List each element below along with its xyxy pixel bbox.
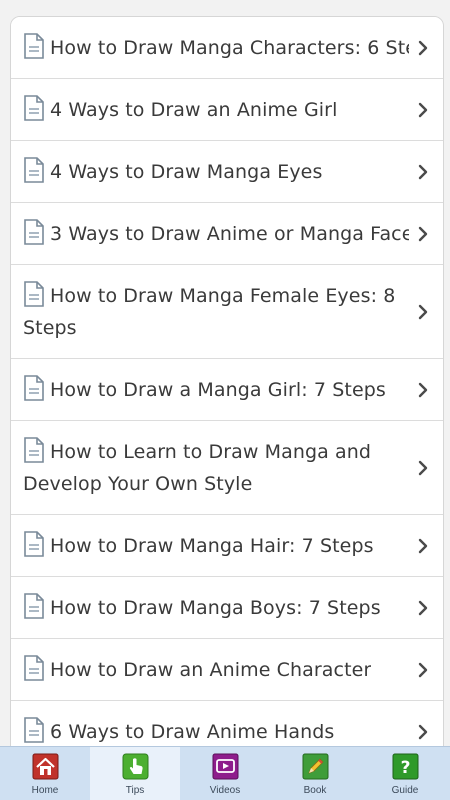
- list-item-text: How to Learn to Draw Manga and Develop Y…: [23, 436, 409, 500]
- list-item-text: 6 Ways to Draw Anime Hands: [23, 716, 334, 748]
- list-item-text: How to Draw Manga Boys: 7 Steps: [23, 592, 381, 624]
- list-item-text: How to Draw Manga Female Eyes: 8 Steps: [23, 280, 409, 344]
- list-item-text: 4 Ways to Draw an Anime Girl: [23, 94, 337, 126]
- list-item[interactable]: How to Draw an Anime Character: [11, 639, 443, 701]
- list-item[interactable]: How to Learn to Draw Manga and Develop Y…: [11, 421, 443, 515]
- tab-label: Guide: [391, 785, 419, 796]
- list-item[interactable]: 4 Ways to Draw an Anime Girl: [11, 79, 443, 141]
- article-list: How to Draw Manga Characters: 6 Steps 4 …: [10, 16, 444, 764]
- list-item-text: How to Draw a Manga Girl: 7 Steps: [23, 374, 386, 406]
- document-icon: [24, 530, 44, 557]
- chevron-right-icon: [418, 538, 428, 553]
- chevron-right-icon: [418, 226, 428, 241]
- chevron-right-icon: [418, 460, 428, 475]
- list-item-text: How to Draw an Anime Character: [23, 654, 371, 686]
- list-item-title: How to Draw an Anime Character: [50, 658, 372, 681]
- document-icon: [24, 280, 44, 307]
- document-icon: [24, 654, 44, 681]
- help-question-icon: ?: [392, 753, 419, 780]
- list-item-title: How to Draw a Manga Girl: 7 Steps: [50, 378, 386, 401]
- tab-label: Book: [303, 785, 327, 796]
- list-item-text: How to Draw Manga Hair: 7 Steps: [23, 530, 374, 562]
- tab-label: Tips: [125, 785, 145, 796]
- tab-guide[interactable]: ? Guide: [360, 747, 450, 800]
- list-item-title: How to Draw Manga Female Eyes: 8 Steps: [23, 284, 396, 339]
- list-item[interactable]: 3 Ways to Draw Anime or Manga Faces: [11, 203, 443, 265]
- list-item-title: 6 Ways to Draw Anime Hands: [50, 720, 335, 743]
- list-item-title: How to Draw Manga Boys: 7 Steps: [50, 596, 381, 619]
- list-item[interactable]: How to Draw Manga Characters: 6 Steps: [11, 17, 443, 79]
- svg-text:?: ?: [400, 758, 410, 778]
- chevron-right-icon: [418, 102, 428, 117]
- list-item-title: 4 Ways to Draw Manga Eyes: [50, 160, 323, 183]
- video-play-icon: [212, 753, 239, 780]
- chevron-right-icon: [418, 40, 428, 55]
- list-item[interactable]: How to Draw Manga Boys: 7 Steps: [11, 577, 443, 639]
- document-icon: [24, 592, 44, 619]
- chevron-right-icon: [418, 304, 428, 319]
- list-item-text: 3 Ways to Draw Anime or Manga Faces: [23, 218, 409, 250]
- chevron-right-icon: [418, 724, 428, 739]
- document-icon: [24, 156, 44, 183]
- list-item-title: 4 Ways to Draw an Anime Girl: [50, 98, 338, 121]
- tap-hand-icon: [122, 753, 149, 780]
- list-item-text: 4 Ways to Draw Manga Eyes: [23, 156, 322, 188]
- tab-book[interactable]: Book: [270, 747, 360, 800]
- document-icon: [24, 94, 44, 121]
- bottom-tab-bar: Home Tips Videos Book ? Guide: [0, 746, 450, 800]
- document-icon: [24, 716, 44, 743]
- list-item-title: 3 Ways to Draw Anime or Manga Faces: [50, 222, 409, 245]
- list-item-title: How to Draw Manga Characters: 6 Steps: [50, 36, 409, 59]
- list-item[interactable]: How to Draw Manga Female Eyes: 8 Steps: [11, 265, 443, 359]
- home-icon: [32, 753, 59, 780]
- app-screen: How to Draw Manga Characters: 6 Steps 4 …: [0, 0, 450, 800]
- tab-label: Videos: [209, 785, 241, 796]
- list-item-title: How to Draw Manga Hair: 7 Steps: [50, 534, 374, 557]
- list-item[interactable]: How to Draw Manga Hair: 7 Steps: [11, 515, 443, 577]
- tab-videos[interactable]: Videos: [180, 747, 270, 800]
- document-icon: [24, 218, 44, 245]
- tab-tips[interactable]: Tips: [90, 747, 180, 800]
- list-item[interactable]: 4 Ways to Draw Manga Eyes: [11, 141, 443, 203]
- list-item-title: How to Learn to Draw Manga and Develop Y…: [23, 440, 372, 495]
- tab-home[interactable]: Home: [0, 747, 90, 800]
- list-item[interactable]: How to Draw a Manga Girl: 7 Steps: [11, 359, 443, 421]
- tab-label: Home: [31, 785, 59, 796]
- chevron-right-icon: [418, 382, 428, 397]
- chevron-right-icon: [418, 600, 428, 615]
- document-icon: [24, 32, 44, 59]
- document-icon: [24, 436, 44, 463]
- document-icon: [24, 374, 44, 401]
- list-item-text: How to Draw Manga Characters: 6 Steps: [23, 32, 409, 64]
- book-pencil-icon: [302, 753, 329, 780]
- chevron-right-icon: [418, 164, 428, 179]
- chevron-right-icon: [418, 662, 428, 677]
